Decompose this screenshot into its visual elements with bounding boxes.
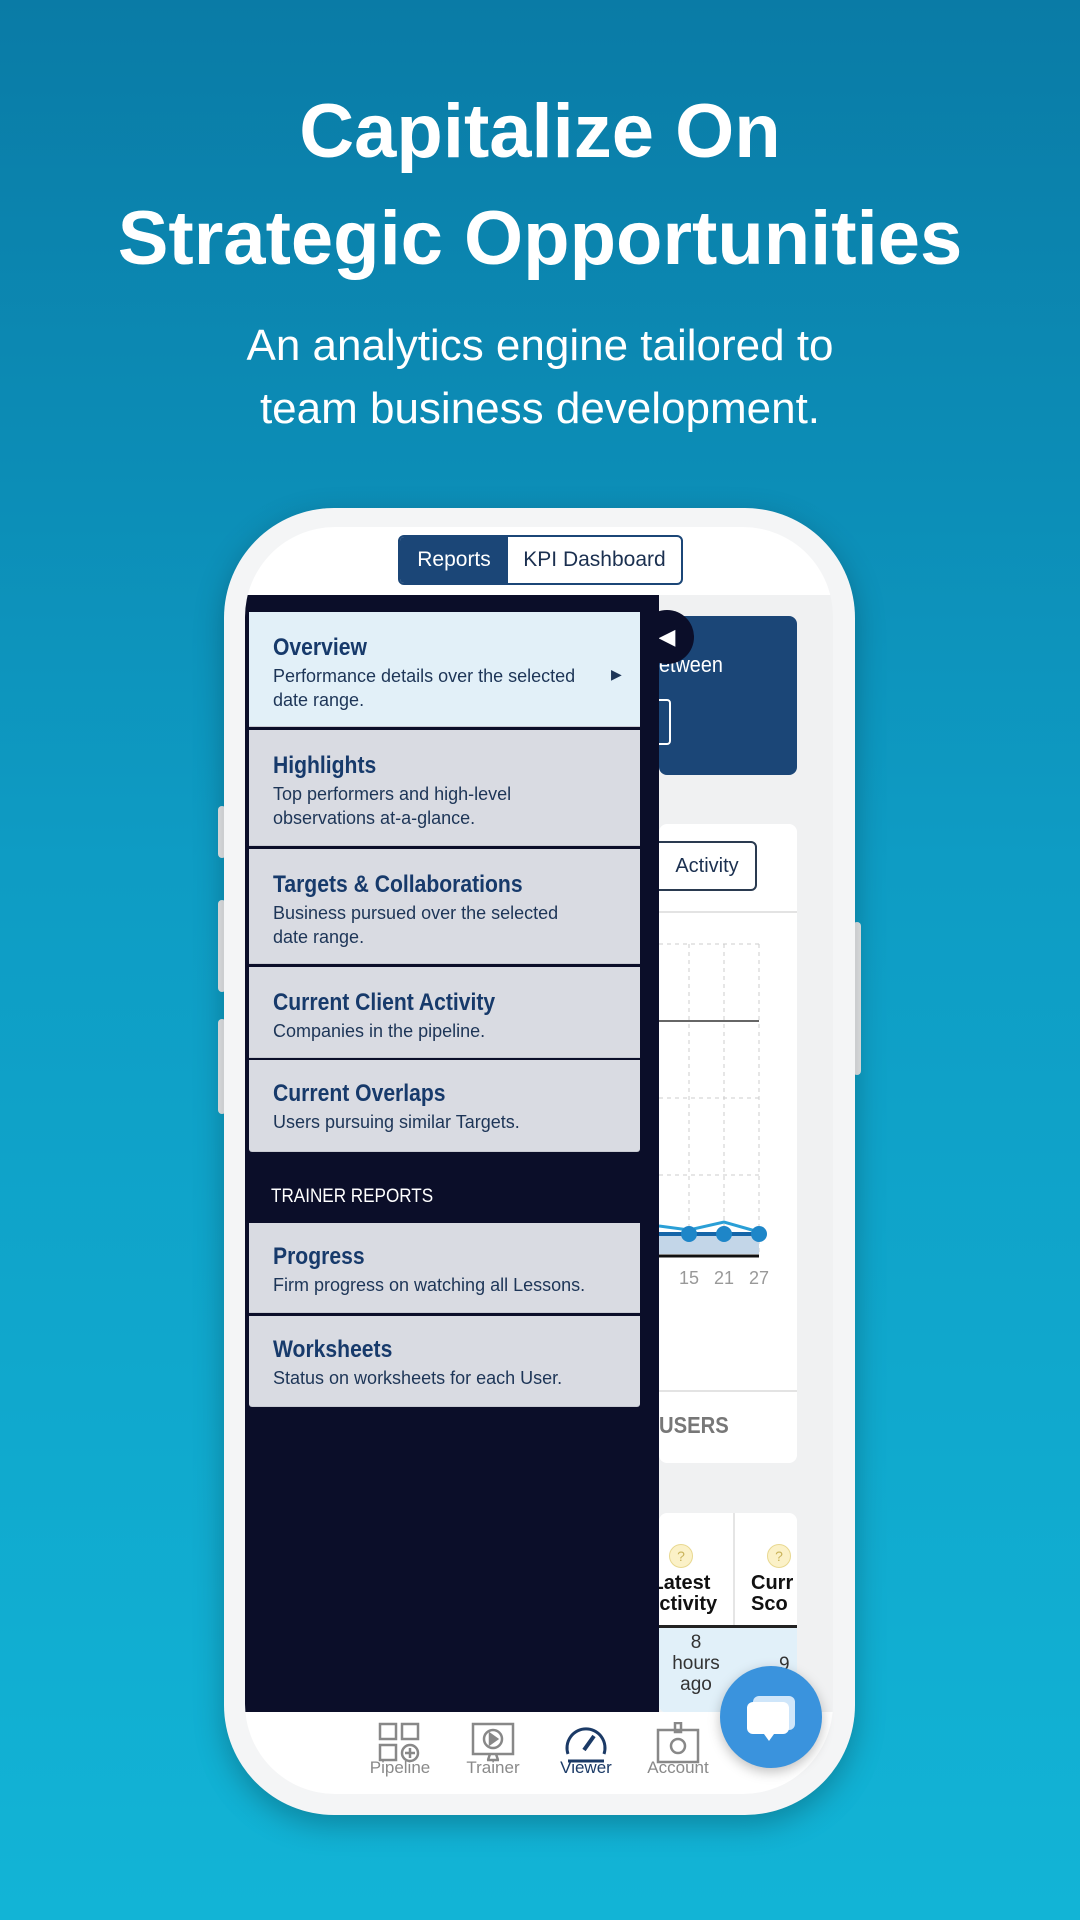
- chat-bubble-icon: [747, 1696, 795, 1741]
- nav-pipeline[interactable]: Pipeline: [355, 1718, 445, 1777]
- chart-card: Activity 15 21 27 USERS: [639, 824, 797, 1463]
- item-title: Overview: [273, 634, 367, 661]
- drawer-item-current-overlaps[interactable]: Current Overlaps Users pursuing similar …: [249, 1060, 640, 1152]
- header-line: Sco: [751, 1593, 788, 1615]
- nav-label: Pipeline: [369, 1758, 431, 1777]
- header-line: Latest: [659, 1572, 711, 1594]
- caret-right-icon: ▶: [611, 666, 622, 682]
- item-desc: Top performers and high-level observation…: [273, 782, 511, 830]
- nav-trainer[interactable]: Trainer: [448, 1718, 538, 1777]
- column-header-latest-activity[interactable]: LatestActivity: [659, 1573, 723, 1615]
- nav-account[interactable]: Account: [633, 1718, 723, 1777]
- help-icon[interactable]: ?: [767, 1544, 791, 1568]
- help-icon[interactable]: ?: [669, 1544, 693, 1568]
- activity-chart: 15 21 27: [659, 943, 769, 1288]
- drawer-item-highlights[interactable]: Highlights Top performers and high-level…: [249, 730, 640, 846]
- reports-drawer: Overview Performance details over the se…: [245, 595, 659, 1712]
- nav-label: Account: [647, 1758, 709, 1777]
- users-label: USERS: [659, 1412, 729, 1438]
- item-title: Current Client Activity: [273, 989, 496, 1016]
- data-point: [716, 1226, 732, 1242]
- divider: [659, 911, 797, 913]
- item-desc: Users pursuing similar Targets.: [273, 1112, 520, 1132]
- desc-line: date range.: [273, 690, 365, 710]
- nav-label: Viewer: [560, 1758, 612, 1777]
- column-header-current-score[interactable]: Curr Sco: [751, 1573, 797, 1615]
- area-fill: [659, 1234, 759, 1254]
- header-line: Activity: [659, 1593, 718, 1615]
- hero-title: Capitalize On Strategic Opportunities: [0, 78, 1080, 292]
- drawer-item-progress[interactable]: Progress Firm progress on watching all L…: [249, 1223, 640, 1313]
- top-bar: Reports KPI Dashboard: [245, 527, 833, 595]
- item-desc: Performance details over the selected dat…: [273, 664, 575, 712]
- drawer-item-targets[interactable]: Targets & Collaborations Business pursue…: [249, 849, 640, 964]
- trainer-reports-heading: TRAINER REPORTS: [271, 1186, 434, 1207]
- data-point: [681, 1226, 697, 1242]
- hero-title-line1: Capitalize On: [299, 89, 781, 174]
- nav-label: Trainer: [466, 1758, 520, 1777]
- x-tick-label: 27: [749, 1268, 769, 1288]
- desc-line: Business pursued over the selected: [273, 903, 559, 923]
- phone-screen: Reports KPI Dashboard etween ◀ Activity …: [245, 527, 833, 1794]
- item-title: Targets & Collaborations: [273, 871, 523, 898]
- hero-title-line2: Strategic Opportunities: [117, 196, 963, 281]
- desc-line: observations at-a-glance.: [273, 808, 476, 828]
- item-title: Highlights: [273, 752, 377, 779]
- tab-reports[interactable]: Reports: [400, 537, 508, 583]
- item-desc: Companies in the pipeline.: [273, 1021, 486, 1041]
- hero-subtitle-line1: An analytics engine tailored to: [246, 321, 834, 370]
- series-line: [659, 1220, 760, 1234]
- nav-viewer[interactable]: Viewer: [541, 1718, 631, 1777]
- data-point: [751, 1226, 767, 1242]
- desc-line: date range.: [273, 927, 365, 947]
- chat-button[interactable]: [720, 1666, 822, 1768]
- header-line: Curr: [751, 1572, 794, 1594]
- divider: [659, 1390, 797, 1392]
- drawer-item-worksheets[interactable]: Worksheets Status on worksheets for each…: [249, 1316, 640, 1407]
- desc-line: Performance details over the selected: [273, 666, 576, 686]
- drawer-item-current-client-activity[interactable]: Current Client Activity Companies in the…: [249, 967, 640, 1058]
- cell-text: 8: [690, 1632, 702, 1653]
- tab-kpi-dashboard[interactable]: KPI Dashboard: [508, 537, 681, 583]
- x-tick-label: 15: [679, 1268, 699, 1288]
- hero-subtitle: An analytics engine tailored to team bus…: [0, 314, 1080, 440]
- caret-left-icon: ◀: [658, 624, 676, 649]
- item-title: Progress: [273, 1243, 365, 1270]
- report-tabs: Reports KPI Dashboard: [398, 535, 683, 585]
- item-desc: Status on worksheets for each User.: [273, 1368, 563, 1388]
- item-title: Current Overlaps: [273, 1080, 446, 1107]
- desc-line: Top performers and high-level: [273, 784, 512, 804]
- item-title: Worksheets: [273, 1336, 393, 1363]
- item-desc: Business pursued over the selected date r…: [273, 901, 558, 949]
- x-tick-label: 21: [714, 1268, 734, 1288]
- drawer-item-overview[interactable]: Overview Performance details over the se…: [249, 612, 640, 727]
- item-desc: Firm progress on watching all Lessons.: [273, 1275, 586, 1295]
- hero-subtitle-line2: team business development.: [259, 384, 821, 433]
